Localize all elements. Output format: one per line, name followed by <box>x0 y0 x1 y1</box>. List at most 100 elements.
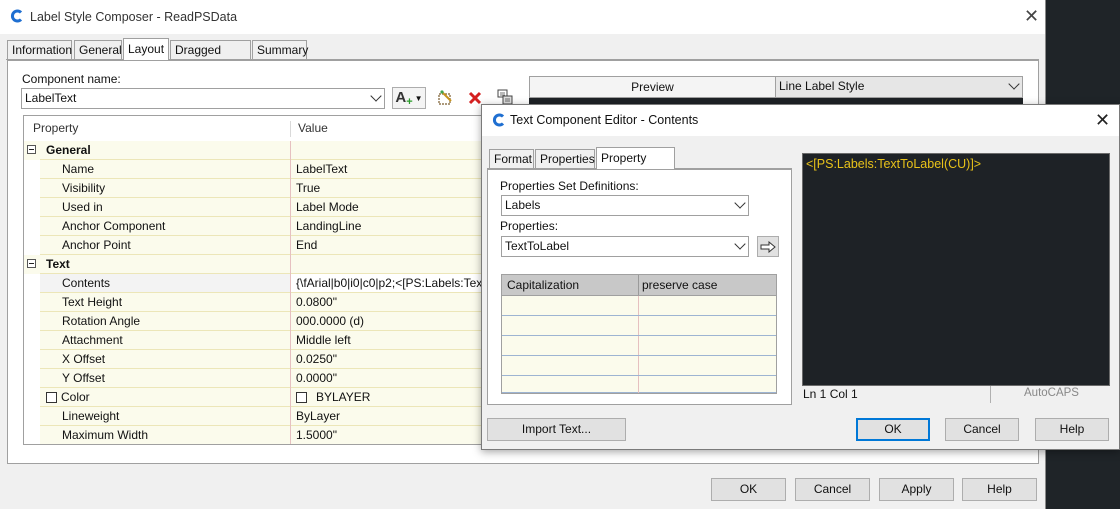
category-text[interactable]: Text <box>24 255 482 274</box>
color-value-cell[interactable]: BYLAYER <box>291 388 482 407</box>
collapse-icon[interactable] <box>27 145 36 154</box>
table-row <box>502 296 776 316</box>
component-name-label: Component name: <box>22 72 121 86</box>
tab-property-sets[interactable]: Property Sets <box>596 147 675 186</box>
tab-information[interactable]: Information <box>7 40 72 59</box>
property-value[interactable]: 000.0000 (d) <box>291 312 482 331</box>
copy-component-icon <box>438 90 452 105</box>
component-name-value: LabelText <box>25 91 77 105</box>
table-row <box>502 376 776 393</box>
table-header-row: Capitalization preserve case <box>502 275 776 296</box>
editor-help-button[interactable]: Help <box>1035 418 1109 441</box>
property-format-table: Capitalization preserve case <box>501 274 777 394</box>
category-text-label: Text <box>40 255 290 274</box>
property-value[interactable]: ByLayer <box>291 407 482 426</box>
arrow-right-icon <box>760 240 776 254</box>
text-contents-editor[interactable]: <[PS:Labels:TextToLabel(CU)]> <box>802 153 1110 386</box>
property-value[interactable]: 1.5000" <box>291 426 482 444</box>
cursor-position: Ln 1 Col 1 <box>803 387 858 401</box>
contents-value[interactable]: {\fArial|b0|i0|c0|p2;<[PS:Labels:Text <box>291 274 482 293</box>
property-value[interactable]: 0.0250" <box>291 350 482 369</box>
preview-style-select[interactable]: Line Label Style <box>775 76 1023 98</box>
editor-titlebar: Text Component Editor - Contents ✕ <box>482 105 1119 136</box>
property-name: Name <box>40 160 290 179</box>
create-text-component-button[interactable]: A+ ▼ <box>392 87 426 109</box>
property-row[interactable]: Rotation Angle 000.0000 (d) <box>24 312 482 331</box>
property-row[interactable]: Lineweight ByLayer <box>24 407 482 426</box>
main-titlebar: Label Style Composer - ReadPSData ✕ <box>0 0 1045 34</box>
column-divider <box>290 121 291 137</box>
property-value[interactable]: 0.0000" <box>291 369 482 388</box>
properties-value: TextToLabel <box>505 239 570 253</box>
editor-close-icon[interactable]: ✕ <box>1095 111 1110 129</box>
property-row[interactable]: Y Offset 0.0000" <box>24 369 482 388</box>
property-value[interactable]: LabelText <box>291 160 482 179</box>
property-row[interactable]: Contents {\fArial|b0|i0|c0|p2;<[PS:Label… <box>24 274 482 293</box>
property-grid: Property Value General Name LabelText Vi… <box>23 115 483 445</box>
insert-property-button[interactable] <box>757 236 779 257</box>
apply-button[interactable]: Apply <box>879 478 954 501</box>
help-button[interactable]: Help <box>962 478 1037 501</box>
property-value: BYLAYER <box>316 390 371 404</box>
preview-label: Preview <box>530 77 776 97</box>
property-column-header: Property <box>33 121 79 135</box>
tab-format[interactable]: Format <box>489 149 534 168</box>
chevron-down-icon <box>734 238 746 250</box>
property-row[interactable]: Anchor Point End <box>24 236 482 255</box>
property-value[interactable]: 0.0800" <box>291 293 482 312</box>
property-set-definitions-value: Labels <box>505 198 541 212</box>
value-column-header: Value <box>298 121 328 135</box>
property-name: Attachment <box>40 331 290 350</box>
editor-ok-button[interactable]: OK <box>856 418 930 441</box>
tab-summary[interactable]: Summary <box>252 40 308 59</box>
color-swatch <box>46 392 57 403</box>
preview-style-value: Line Label Style <box>779 79 865 93</box>
import-text-button[interactable]: Import Text... <box>487 418 626 441</box>
text-component-icon: A+ <box>395 88 413 108</box>
property-value[interactable]: Middle left <box>291 331 482 350</box>
cancel-button[interactable]: Cancel <box>795 478 870 501</box>
collapse-icon[interactable] <box>27 259 36 268</box>
main-close-icon[interactable]: ✕ <box>1024 7 1039 25</box>
properties-select[interactable]: TextToLabel <box>501 236 749 257</box>
table-row <box>502 316 776 336</box>
property-value[interactable]: End <box>291 236 482 255</box>
tab-general[interactable]: General <box>74 40 122 59</box>
tab-layout[interactable]: Layout <box>123 38 169 60</box>
property-row[interactable]: Attachment Middle left <box>24 331 482 350</box>
property-name: Contents <box>40 274 290 293</box>
property-name: Y Offset <box>40 369 290 388</box>
category-general[interactable]: General <box>24 141 482 160</box>
category-general-label: General <box>40 141 290 160</box>
property-set-definitions-select[interactable]: Labels <box>501 195 749 216</box>
chevron-down-icon <box>734 197 746 209</box>
property-row[interactable]: Used in Label Mode <box>24 198 482 217</box>
autocaps-indicator: AutoCAPS <box>1024 387 1079 399</box>
property-name: Maximum Width <box>40 426 290 444</box>
property-value[interactable]: LandingLine <box>291 217 482 236</box>
property-row[interactable]: Name LabelText <box>24 160 482 179</box>
ok-button[interactable]: OK <box>711 478 786 501</box>
component-name-select[interactable]: LabelText <box>21 88 385 109</box>
property-name: Visibility <box>40 179 290 198</box>
color-name-cell: Color <box>40 388 290 407</box>
contents-text[interactable]: <[PS:Labels:TextToLabel(CU)]> <box>806 157 981 171</box>
property-row[interactable]: Visibility True <box>24 179 482 198</box>
tab-dragged-state[interactable]: Dragged State <box>170 40 251 76</box>
property-row[interactable]: Text Height 0.0800" <box>24 293 482 312</box>
capitalization-value[interactable]: preserve case <box>642 275 717 296</box>
column-divider <box>638 275 639 295</box>
editor-cancel-button[interactable]: Cancel <box>945 418 1019 441</box>
property-name: Rotation Angle <box>40 312 290 331</box>
chevron-down-icon <box>370 90 382 102</box>
property-value[interactable]: True <box>291 179 482 198</box>
tab-properties[interactable]: Properties <box>535 149 595 168</box>
property-row[interactable]: Anchor Component LandingLine <box>24 217 482 236</box>
autocad-app-icon <box>10 9 24 23</box>
property-row[interactable]: Maximum Width 1.5000" <box>24 426 482 444</box>
property-value[interactable]: Label Mode <box>291 198 482 217</box>
property-grid-header: Property Value <box>24 116 482 142</box>
property-row[interactable]: X Offset 0.0250" <box>24 350 482 369</box>
copy-component-button[interactable] <box>435 88 455 108</box>
property-row[interactable]: Color BYLAYER <box>24 388 482 407</box>
